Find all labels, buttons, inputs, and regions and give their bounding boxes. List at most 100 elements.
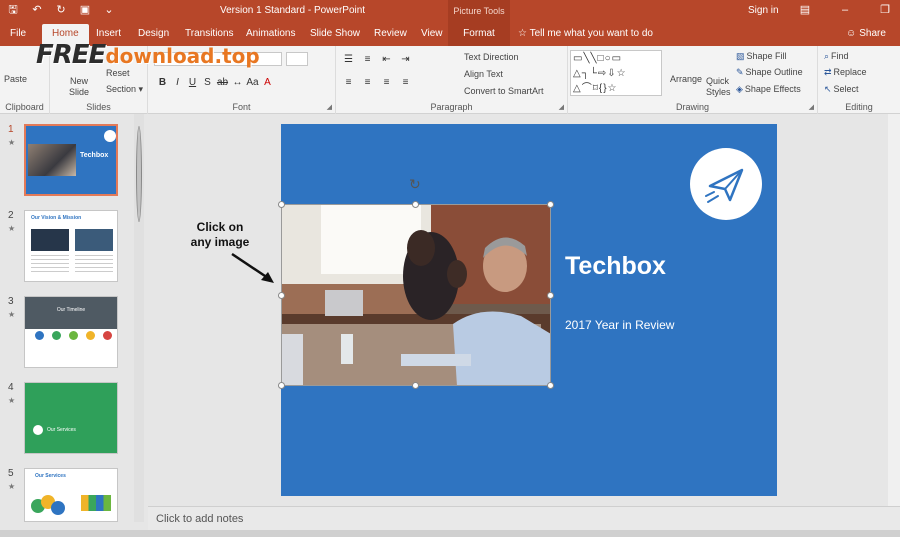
customize-qat-icon[interactable]: ⌄ — [102, 3, 116, 17]
list-buttons: ☰ ≡ ⇤ ⇥ — [342, 54, 412, 65]
shape-outline-button[interactable]: ✎ Shape Outline — [736, 67, 803, 78]
slide-thumbnail-1[interactable]: Techbox — [24, 124, 118, 196]
paste-button[interactable]: Paste — [4, 74, 27, 84]
case-icon[interactable]: Aa — [246, 77, 259, 88]
replace-button[interactable]: ⇄ Replace — [824, 67, 867, 78]
select-button[interactable]: ↖ Select — [824, 84, 859, 95]
slides-group-label: Slides — [86, 102, 111, 112]
resize-handle[interactable] — [547, 292, 554, 299]
bold-icon[interactable]: B — [156, 77, 169, 88]
callout-line1: Click on — [196, 220, 244, 234]
paste-label: Paste — [4, 74, 28, 84]
clipboard-group-label: Clipboard — [5, 102, 44, 112]
numbering-icon[interactable]: ≡ — [361, 54, 374, 65]
resize-handle[interactable] — [278, 292, 285, 299]
tab-design[interactable]: Design — [138, 28, 169, 39]
shape-fill-button[interactable]: ▧ Shape Fill — [736, 51, 787, 62]
thumb-number: 3 — [8, 296, 14, 307]
strikethrough-icon[interactable]: ab — [216, 77, 229, 88]
tab-slide-show[interactable]: Slide Show — [310, 28, 360, 39]
resize-handle[interactable] — [278, 382, 285, 389]
arrange-button[interactable]: Arrange — [670, 74, 702, 84]
align-center-icon[interactable]: ≡ — [361, 77, 374, 88]
transition-star-icon: ★ — [8, 482, 16, 491]
slide-thumbnail-3[interactable]: Our Timeline — [24, 296, 118, 368]
align-text-label: Align Text — [464, 69, 503, 79]
tab-view[interactable]: View — [421, 28, 443, 39]
pencil-icon: ✎ — [736, 67, 744, 77]
tab-format[interactable]: Format — [448, 22, 510, 46]
quick-access-toolbar: 🖫 ↶ ↻ ▣ ⌄ — [6, 3, 116, 17]
notes-pane[interactable]: Click to add notes — [148, 506, 900, 530]
undo-icon[interactable]: ↶ — [30, 3, 44, 17]
slide-thumbnail-5[interactable]: Our Services — [24, 468, 118, 522]
quick-styles-button[interactable]: Quick Styles — [706, 76, 736, 98]
lightbulb-icon: ☆ — [518, 28, 530, 39]
increase-indent-icon[interactable]: ⇥ — [399, 54, 412, 65]
watermark-logo: FREEdownload.top — [36, 40, 260, 70]
paragraph-group: ☰ ≡ ⇤ ⇥ ≡ ≡ ≡ ≡ Text Direction Align Tex… — [336, 46, 568, 114]
thumb-logo — [33, 425, 43, 435]
shape-effects-button[interactable]: ◈ Shape Effects — [736, 84, 801, 95]
italic-icon[interactable]: I — [171, 77, 184, 88]
slide-title[interactable]: Techbox — [565, 252, 666, 281]
resize-handle[interactable] — [547, 201, 554, 208]
resize-handle[interactable] — [412, 201, 419, 208]
drawing-group-label: Drawing — [675, 102, 709, 112]
cursor-icon: ↖ — [824, 84, 832, 94]
justify-icon[interactable]: ≡ — [399, 77, 412, 88]
tab-animations[interactable]: Animations — [246, 28, 295, 39]
thumb-text — [31, 255, 69, 273]
convert-smartart-button[interactable]: Convert to SmartArt — [464, 86, 544, 96]
tab-file[interactable]: File — [10, 28, 26, 39]
title-bar: 🖫 ↶ ↻ ▣ ⌄ Version 1 Standard - PowerPoin… — [0, 0, 900, 22]
canvas-scrollbar[interactable] — [888, 114, 900, 506]
replace-label: Replace — [833, 67, 867, 77]
save-icon[interactable]: 🖫 — [6, 3, 20, 17]
scrollbar-thumb[interactable] — [136, 126, 142, 222]
align-text-button[interactable]: Align Text — [464, 69, 503, 79]
align-right-icon[interactable]: ≡ — [380, 77, 393, 88]
presentation-icon[interactable]: ▣ — [78, 3, 92, 17]
thumb-timeline — [25, 329, 117, 367]
text-direction-button[interactable]: Text Direction — [464, 52, 519, 62]
slide-thumbnail-4[interactable]: Our Services — [24, 382, 118, 454]
current-slide[interactable]: ↻ Techbox 2017 Year in Review — [278, 124, 777, 496]
resize-handle[interactable] — [278, 201, 285, 208]
redo-icon[interactable]: ↻ — [54, 3, 68, 17]
tab-insert[interactable]: Insert — [96, 28, 121, 39]
tab-review[interactable]: Review — [374, 28, 407, 39]
resize-handle[interactable] — [412, 382, 419, 389]
meeting-photo[interactable] — [281, 204, 551, 386]
ribbon-display-icon[interactable]: ▤ — [798, 3, 812, 17]
bullets-icon[interactable]: ☰ — [342, 54, 355, 65]
rotate-handle-icon[interactable]: ↻ — [409, 176, 421, 193]
tab-transitions[interactable]: Transitions — [185, 28, 234, 39]
paint-bucket-icon: ▧ — [736, 51, 745, 61]
shapes-gallery[interactable]: ▭ ╲ ╲ □ ○ ▭ △ ┐ └ ⇨ ⇩ ☆ △ ⌒ ⌑{} ☆ — [570, 50, 662, 96]
thumb-text — [75, 255, 113, 273]
resize-handle[interactable] — [547, 382, 554, 389]
shape-outline-label: Shape Outline — [745, 67, 803, 77]
spacing-icon[interactable]: ↔ — [231, 77, 244, 88]
slide-subtitle[interactable]: 2017 Year in Review — [565, 318, 674, 332]
find-button[interactable]: ⌕ Find — [824, 51, 849, 62]
underline-icon[interactable]: U — [186, 77, 199, 88]
align-left-icon[interactable]: ≡ — [342, 77, 355, 88]
section-button[interactable]: Section ▾ — [106, 84, 143, 95]
minimize-icon[interactable]: – — [838, 3, 852, 17]
tell-me-box[interactable]: ☆ Tell me what you want to do — [518, 28, 653, 39]
share-button[interactable]: ☺ Share — [846, 28, 886, 39]
new-slide-button[interactable]: New Slide — [64, 76, 94, 98]
restore-icon[interactable]: ❐ — [878, 3, 892, 17]
font-format-buttons: B I U S ab ↔ Aa A — [156, 77, 274, 88]
thumbnails-scrollbar[interactable] — [134, 114, 144, 522]
font-size-box[interactable] — [286, 52, 308, 66]
sign-in-link[interactable]: Sign in — [748, 5, 779, 16]
decrease-indent-icon[interactable]: ⇤ — [380, 54, 393, 65]
notes-placeholder: Click to add notes — [156, 513, 244, 525]
slide-thumbnail-2[interactable]: Our Vision & Mission — [24, 210, 118, 282]
slide-thumbnails-pane: 1 ★ Techbox 2 ★ Our Vision & Mission 3 ★… — [0, 114, 146, 522]
font-color-icon[interactable]: A — [261, 77, 274, 88]
shadow-icon[interactable]: S — [201, 77, 214, 88]
